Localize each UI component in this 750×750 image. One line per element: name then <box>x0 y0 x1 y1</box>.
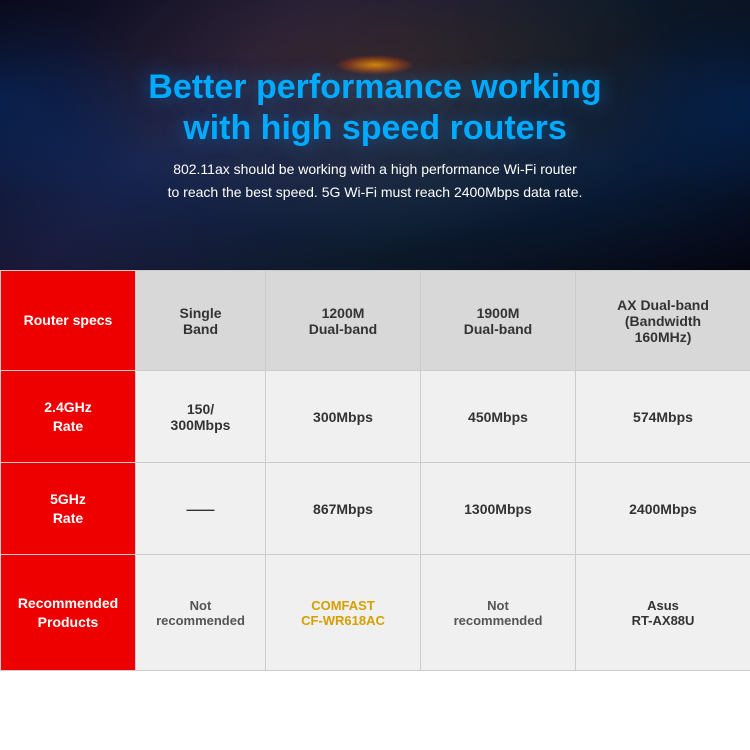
col2-header: 1200MDual-band <box>266 271 421 371</box>
5ghz-col1: —— <box>136 463 266 555</box>
table-header-row: Router specs SingleBand 1200MDual-band 1… <box>1 271 750 371</box>
col4-header: AX Dual-band(Bandwidth160MHz) <box>576 271 750 371</box>
rec-col2: COMFASTCF-WR618AC <box>266 555 421 671</box>
table-row-recommended: RecommendedProducts Notrecommended COMFA… <box>1 555 750 671</box>
rec-col1: Notrecommended <box>136 555 266 671</box>
col1-header: SingleBand <box>136 271 266 371</box>
5ghz-col3: 1300Mbps <box>421 463 576 555</box>
5ghz-col2: 867Mbps <box>266 463 421 555</box>
2ghz-col4: 574Mbps <box>576 371 750 463</box>
table-section: Router specs SingleBand 1200MDual-band 1… <box>0 270 750 750</box>
2ghz-col3: 450Mbps <box>421 371 576 463</box>
col3-header: 1900MDual-band <box>421 271 576 371</box>
label-5ghz: 5GHzRate <box>1 463 136 555</box>
router-table: Router specs SingleBand 1200MDual-band 1… <box>0 270 750 671</box>
hero-section: Better performance workingwith high spee… <box>0 0 750 270</box>
hero-subtitle: 802.11ax should be working with a high p… <box>108 158 643 203</box>
rec-col3: Notrecommended <box>421 555 576 671</box>
table-row-2ghz: 2.4GHzRate 150/300Mbps 300Mbps 450Mbps 5… <box>1 371 750 463</box>
label-2ghz: 2.4GHzRate <box>1 371 136 463</box>
label-recommended: RecommendedProducts <box>1 555 136 671</box>
rec-col4: AsusRT-AX88U <box>576 555 750 671</box>
page-wrapper: Better performance workingwith high spee… <box>0 0 750 750</box>
table-row-5ghz: 5GHzRate —— 867Mbps 1300Mbps 2400Mbps <box>1 463 750 555</box>
hero-title: Better performance workingwith high spee… <box>128 67 621 149</box>
5ghz-col4: 2400Mbps <box>576 463 750 555</box>
label-router-specs: Router specs <box>1 271 136 371</box>
2ghz-col2: 300Mbps <box>266 371 421 463</box>
2ghz-col1: 150/300Mbps <box>136 371 266 463</box>
